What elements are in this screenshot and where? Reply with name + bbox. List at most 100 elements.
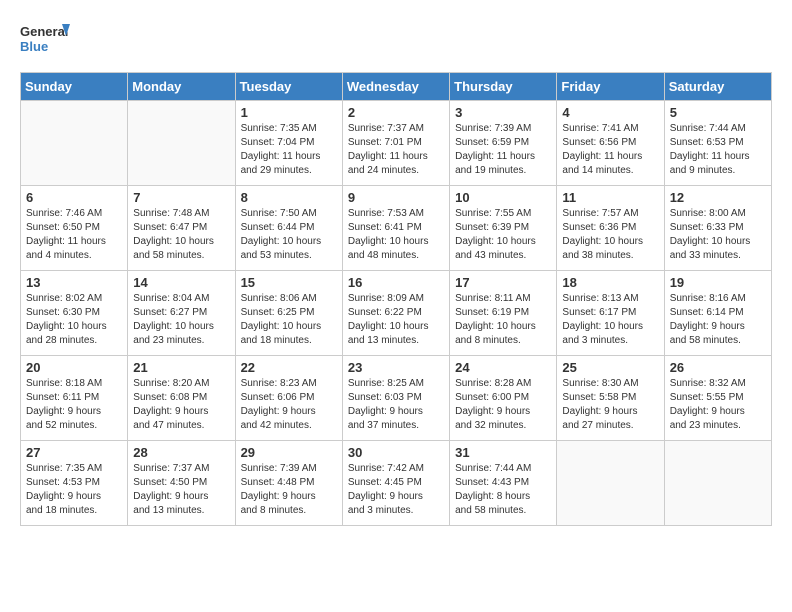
calendar-cell: 2Sunrise: 7:37 AM Sunset: 7:01 PM Daylig…: [342, 101, 449, 186]
calendar-week-row: 27 Sunrise: 7:35 AM Sunset: 4:53 PM Dayli…: [21, 441, 772, 526]
day-number: 19: [670, 275, 766, 290]
day-info: Sunrise: 7:44 AM Sunset: 4:43 PM Dayligh…: [455, 462, 551, 518]
day-number: 7: [133, 190, 229, 205]
calendar-cell: 25 Sunrise: 8:30 AM Sunset: 5:58 PM Dayli…: [557, 356, 664, 441]
day-number: 12: [670, 190, 766, 205]
day-info: Sunrise: 8:32 AM Sunset: 5:55 PM Dayligh…: [670, 377, 766, 433]
page-header: General Blue: [20, 20, 772, 62]
calendar-cell: [21, 101, 128, 186]
calendar-cell: 24 Sunrise: 8:28 AM Sunset: 6:00 PM Dayli…: [450, 356, 557, 441]
day-info: Sunrise: 7:55 AM Sunset: 6:39 PM Dayligh…: [455, 207, 551, 263]
logo: General Blue: [20, 20, 70, 62]
calendar-cell: 7 Sunrise: 7:48 AM Sunset: 6:47 PM Daylig…: [128, 186, 235, 271]
calendar-cell: 30Sunrise: 7:42 AM Sunset: 4:45 PM Dayli…: [342, 441, 449, 526]
col-header-monday: Monday: [128, 73, 235, 101]
day-info: Sunrise: 8:16 AM Sunset: 6:14 PM Dayligh…: [670, 292, 766, 348]
calendar-cell: 31 Sunrise: 7:44 AM Sunset: 4:43 PM Dayli…: [450, 441, 557, 526]
day-info: Sunrise: 8:23 AM Sunset: 6:06 PM Dayligh…: [241, 377, 337, 433]
day-number: 2: [348, 105, 444, 120]
calendar-week-row: 13Sunrise: 8:02 AM Sunset: 6:30 PM Dayli…: [21, 271, 772, 356]
day-info: Sunrise: 7:48 AM Sunset: 6:47 PM Dayligh…: [133, 207, 229, 263]
day-number: 26: [670, 360, 766, 375]
day-info: Sunrise: 7:39 AM Sunset: 4:48 PM Dayligh…: [241, 462, 337, 518]
calendar-week-row: 20 Sunrise: 8:18 AM Sunset: 6:11 PM Dayli…: [21, 356, 772, 441]
day-info: Sunrise: 8:25 AM Sunset: 6:03 PM Dayligh…: [348, 377, 444, 433]
day-info: Sunrise: 7:39 AM Sunset: 6:59 PM Dayligh…: [455, 122, 551, 178]
day-number: 29: [241, 445, 337, 460]
svg-text:General: General: [20, 24, 68, 39]
day-number: 6: [26, 190, 122, 205]
day-info: Sunrise: 8:13 AM Sunset: 6:17 PM Dayligh…: [562, 292, 658, 348]
day-number: 16: [348, 275, 444, 290]
calendar-cell: 18 Sunrise: 8:13 AM Sunset: 6:17 PM Dayli…: [557, 271, 664, 356]
day-info: Sunrise: 8:28 AM Sunset: 6:00 PM Dayligh…: [455, 377, 551, 433]
day-number: 20: [26, 360, 122, 375]
calendar-header-row: SundayMondayTuesdayWednesdayThursdayFrid…: [21, 73, 772, 101]
calendar-cell: 6 Sunrise: 7:46 AM Sunset: 6:50 PM Daylig…: [21, 186, 128, 271]
col-header-saturday: Saturday: [664, 73, 771, 101]
calendar-cell: 23 Sunrise: 8:25 AM Sunset: 6:03 PM Dayli…: [342, 356, 449, 441]
day-info: Sunrise: 8:09 AM Sunset: 6:22 PM Dayligh…: [348, 292, 444, 348]
calendar-cell: 19 Sunrise: 8:16 AM Sunset: 6:14 PM Dayli…: [664, 271, 771, 356]
day-info: Sunrise: 8:18 AM Sunset: 6:11 PM Dayligh…: [26, 377, 122, 433]
calendar-week-row: 6 Sunrise: 7:46 AM Sunset: 6:50 PM Daylig…: [21, 186, 772, 271]
day-number: 25: [562, 360, 658, 375]
calendar-cell: 20 Sunrise: 8:18 AM Sunset: 6:11 PM Dayli…: [21, 356, 128, 441]
svg-text:Blue: Blue: [20, 39, 48, 54]
day-number: 3: [455, 105, 551, 120]
day-number: 5: [670, 105, 766, 120]
calendar-cell: 11Sunrise: 7:57 AM Sunset: 6:36 PM Dayli…: [557, 186, 664, 271]
day-number: 14: [133, 275, 229, 290]
day-info: Sunrise: 7:41 AM Sunset: 6:56 PM Dayligh…: [562, 122, 658, 178]
calendar-cell: 17 Sunrise: 8:11 AM Sunset: 6:19 PM Dayli…: [450, 271, 557, 356]
day-number: 15: [241, 275, 337, 290]
calendar-cell: 12 Sunrise: 8:00 AM Sunset: 6:33 PM Dayli…: [664, 186, 771, 271]
day-info: Sunrise: 8:00 AM Sunset: 6:33 PM Dayligh…: [670, 207, 766, 263]
calendar-cell: 8 Sunrise: 7:50 AM Sunset: 6:44 PM Daylig…: [235, 186, 342, 271]
day-number: 8: [241, 190, 337, 205]
calendar-cell: 29 Sunrise: 7:39 AM Sunset: 4:48 PM Dayli…: [235, 441, 342, 526]
day-number: 23: [348, 360, 444, 375]
day-number: 1: [241, 105, 337, 120]
col-header-wednesday: Wednesday: [342, 73, 449, 101]
day-info: Sunrise: 7:50 AM Sunset: 6:44 PM Dayligh…: [241, 207, 337, 263]
calendar-cell: 9Sunrise: 7:53 AM Sunset: 6:41 PM Daylig…: [342, 186, 449, 271]
day-info: Sunrise: 7:57 AM Sunset: 6:36 PM Dayligh…: [562, 207, 658, 263]
calendar-cell: 21Sunrise: 8:20 AM Sunset: 6:08 PM Dayli…: [128, 356, 235, 441]
day-number: 4: [562, 105, 658, 120]
day-info: Sunrise: 8:11 AM Sunset: 6:19 PM Dayligh…: [455, 292, 551, 348]
day-number: 31: [455, 445, 551, 460]
day-info: Sunrise: 8:06 AM Sunset: 6:25 PM Dayligh…: [241, 292, 337, 348]
calendar-cell: 1 Sunrise: 7:35 AM Sunset: 7:04 PM Daylig…: [235, 101, 342, 186]
day-info: Sunrise: 8:30 AM Sunset: 5:58 PM Dayligh…: [562, 377, 658, 433]
calendar-cell: 14 Sunrise: 8:04 AM Sunset: 6:27 PM Dayli…: [128, 271, 235, 356]
day-info: Sunrise: 7:35 AM Sunset: 4:53 PM Dayligh…: [26, 462, 122, 518]
col-header-thursday: Thursday: [450, 73, 557, 101]
calendar-week-row: 1 Sunrise: 7:35 AM Sunset: 7:04 PM Daylig…: [21, 101, 772, 186]
day-number: 9: [348, 190, 444, 205]
day-number: 27: [26, 445, 122, 460]
calendar-cell: 26 Sunrise: 8:32 AM Sunset: 5:55 PM Dayli…: [664, 356, 771, 441]
calendar-cell: 15 Sunrise: 8:06 AM Sunset: 6:25 PM Dayli…: [235, 271, 342, 356]
calendar-cell: [557, 441, 664, 526]
calendar-cell: 27 Sunrise: 7:35 AM Sunset: 4:53 PM Dayli…: [21, 441, 128, 526]
day-info: Sunrise: 8:04 AM Sunset: 6:27 PM Dayligh…: [133, 292, 229, 348]
day-number: 22: [241, 360, 337, 375]
calendar-table: SundayMondayTuesdayWednesdayThursdayFrid…: [20, 72, 772, 526]
day-info: Sunrise: 7:35 AM Sunset: 7:04 PM Dayligh…: [241, 122, 337, 178]
day-number: 17: [455, 275, 551, 290]
day-number: 24: [455, 360, 551, 375]
day-number: 18: [562, 275, 658, 290]
calendar-cell: [664, 441, 771, 526]
col-header-sunday: Sunday: [21, 73, 128, 101]
calendar-cell: 28Sunrise: 7:37 AM Sunset: 4:50 PM Dayli…: [128, 441, 235, 526]
logo-svg: General Blue: [20, 20, 70, 62]
day-number: 21: [133, 360, 229, 375]
calendar-cell: 22 Sunrise: 8:23 AM Sunset: 6:06 PM Dayli…: [235, 356, 342, 441]
day-number: 10: [455, 190, 551, 205]
col-header-friday: Friday: [557, 73, 664, 101]
day-number: 28: [133, 445, 229, 460]
day-info: Sunrise: 7:46 AM Sunset: 6:50 PM Dayligh…: [26, 207, 122, 263]
day-info: Sunrise: 7:44 AM Sunset: 6:53 PM Dayligh…: [670, 122, 766, 178]
calendar-cell: 16 Sunrise: 8:09 AM Sunset: 6:22 PM Dayli…: [342, 271, 449, 356]
